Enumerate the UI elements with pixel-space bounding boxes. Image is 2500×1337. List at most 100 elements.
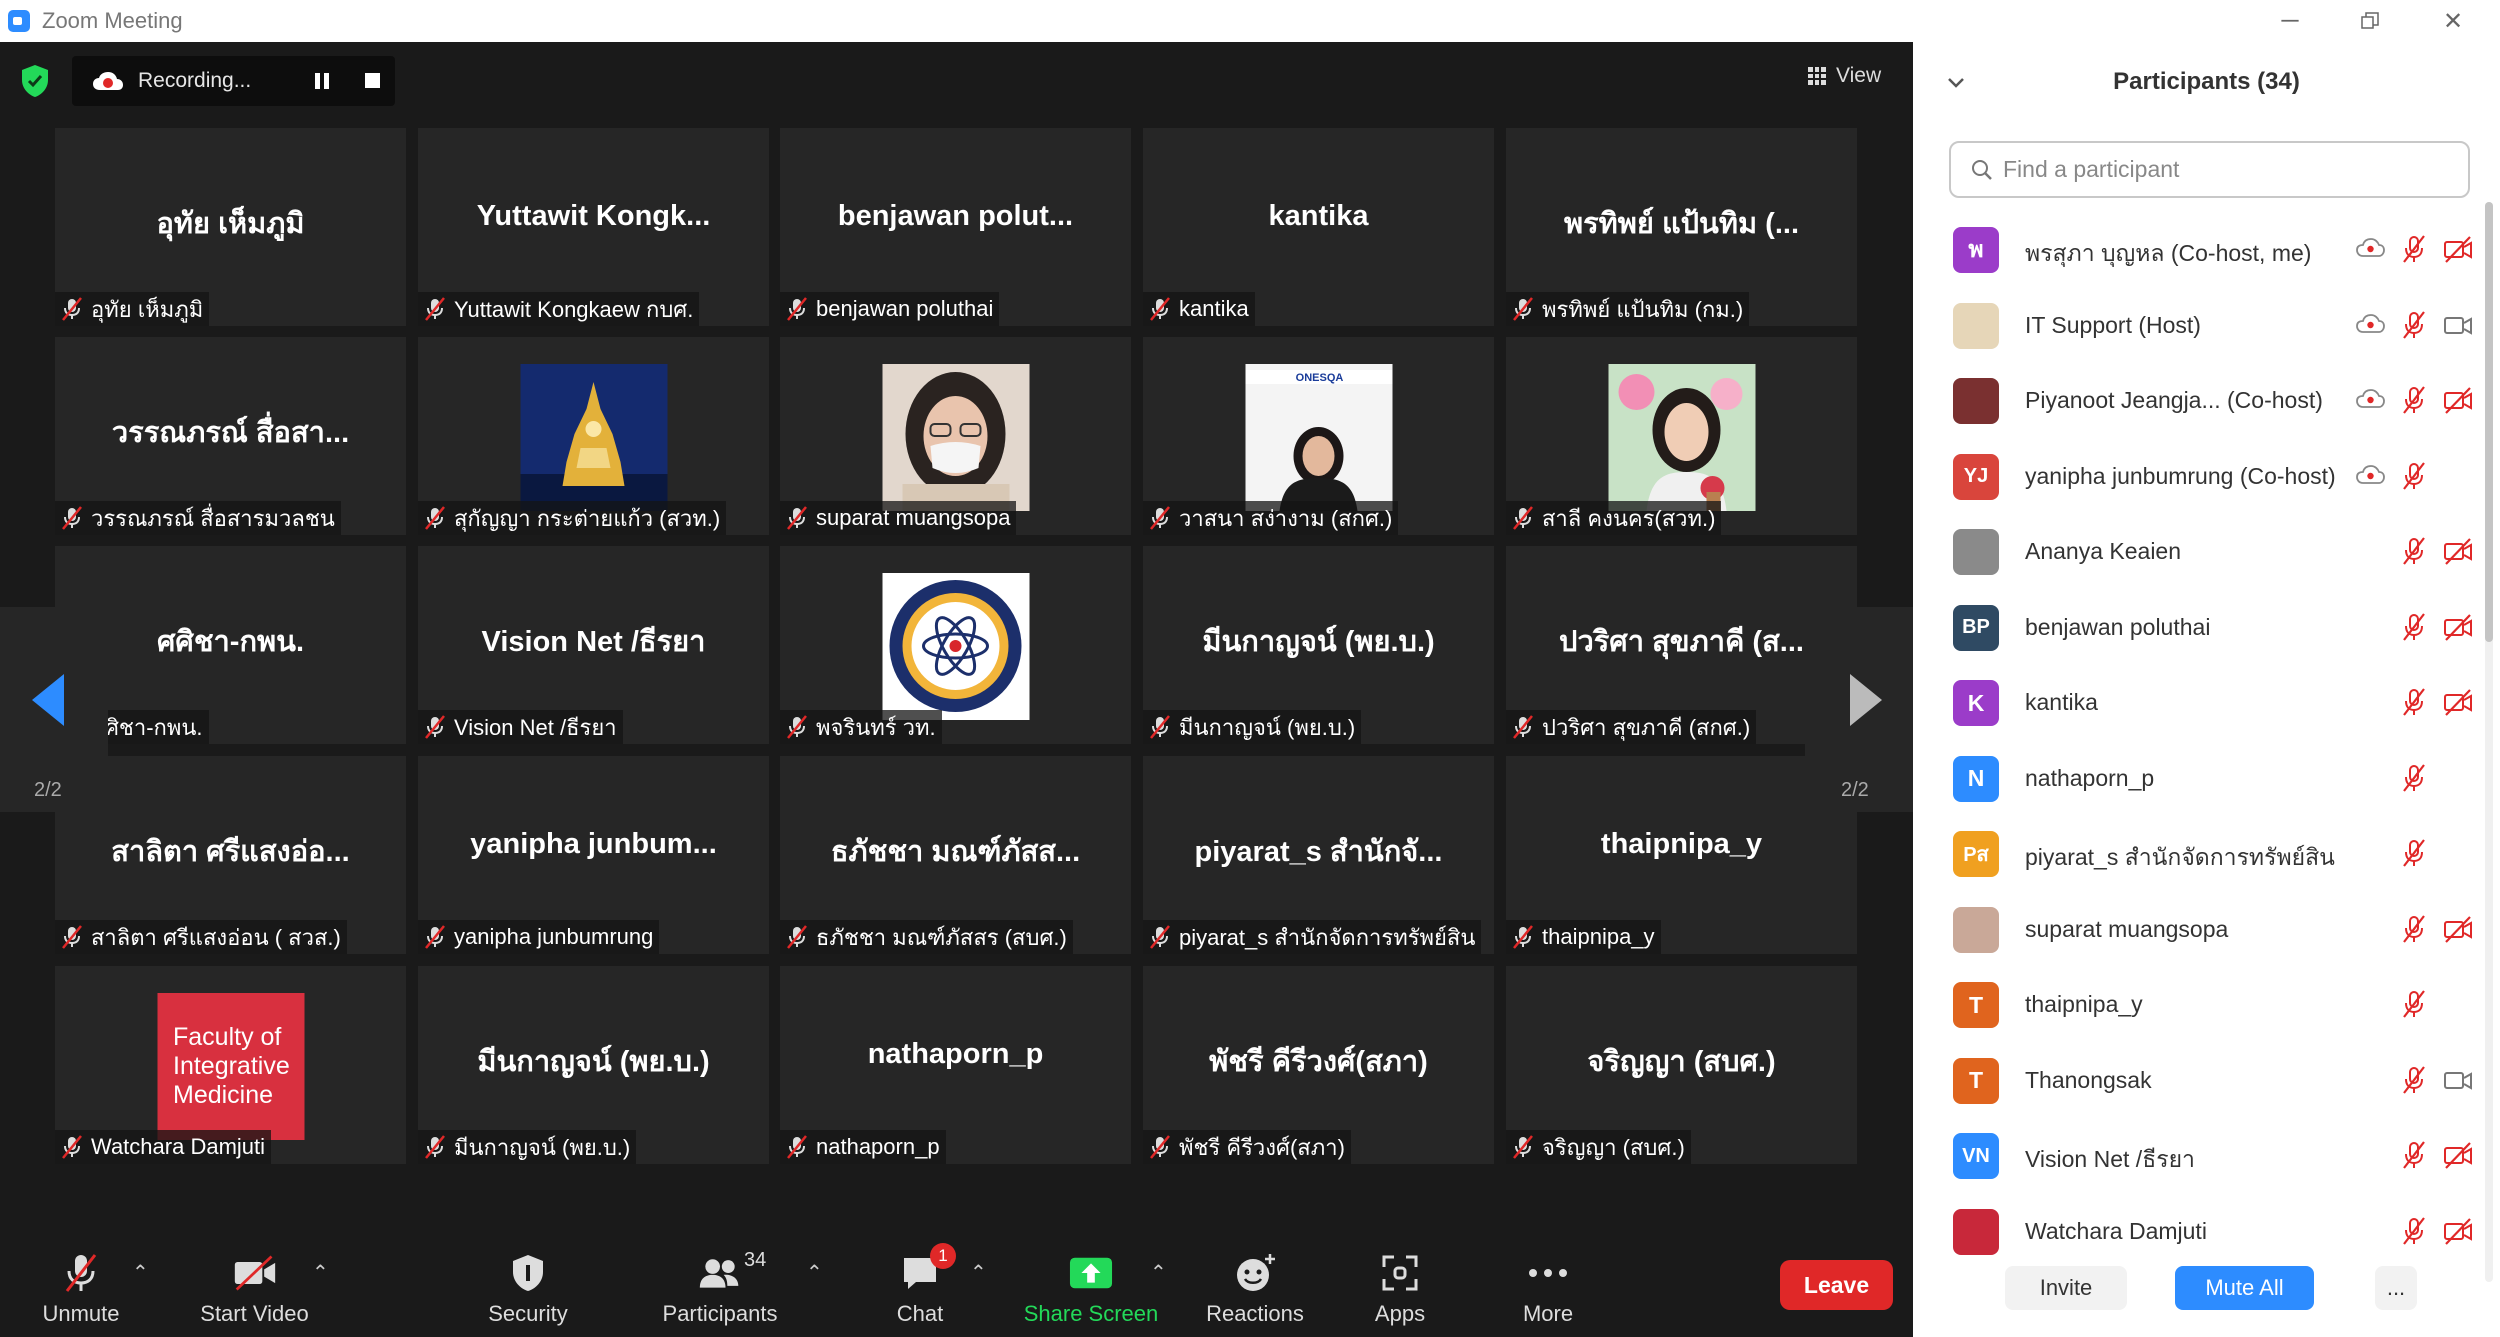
video-off-icon[interactable] xyxy=(2443,914,2473,949)
encryption-shield-icon[interactable] xyxy=(20,64,50,98)
video-off-icon[interactable] xyxy=(2443,234,2473,269)
avatar: พ xyxy=(1953,227,1999,273)
video-on-icon[interactable] xyxy=(2443,310,2473,345)
video-off-icon[interactable] xyxy=(2443,687,2473,722)
scrollbar-thumb[interactable] xyxy=(2485,202,2493,642)
minimize-button[interactable]: ─ xyxy=(2260,0,2320,42)
participant-video-tile[interactable]: มีนกาญจน์ (พย.บ.) มีนกาญจน์ (พย.บ.) xyxy=(1143,546,1494,744)
restore-button[interactable] xyxy=(2340,0,2400,42)
participant-search-input[interactable]: Find a participant xyxy=(1949,141,2470,198)
participant-row[interactable]: Pส piyarat_s สำนักจัดการทรัพย์สิน xyxy=(1913,816,2483,891)
avatar: T xyxy=(1953,982,1999,1028)
more-button[interactable]: More xyxy=(1518,1240,1578,1337)
video-on-icon[interactable] xyxy=(2443,1065,2473,1100)
invite-button[interactable]: Invite xyxy=(2005,1266,2127,1310)
mic-muted-icon[interactable] xyxy=(2399,612,2429,647)
close-button[interactable]: ✕ xyxy=(2423,0,2483,42)
page-indicator-right: 2/2 xyxy=(1841,779,1869,801)
mic-muted-icon[interactable] xyxy=(2399,838,2429,873)
leave-button[interactable]: Leave xyxy=(1780,1260,1893,1310)
tile-caption-name: kantika xyxy=(1179,296,1249,321)
participant-video-tile[interactable]: Vision Net /ธีรยา Vision Net /ธีรยา xyxy=(418,546,769,744)
security-button[interactable]: Security xyxy=(478,1240,578,1337)
mic-muted-icon[interactable] xyxy=(2399,536,2429,571)
participant-row[interactable]: Kkantika xyxy=(1913,665,2483,740)
video-options-caret[interactable]: ⌃ xyxy=(312,1260,329,1285)
view-button[interactable]: View xyxy=(1808,64,1881,88)
participant-video-tile[interactable]: มีนกาญจน์ (พย.บ.) มีนกาญจน์ (พย.บ.) xyxy=(418,966,769,1164)
participant-video-tile[interactable]: พัชรี คีรีวงศ์(สภา) พัชรี คีรีวงศ์(สภา) xyxy=(1143,966,1494,1164)
tile-caption: มีนกาญจน์ (พย.บ.) xyxy=(418,1130,637,1164)
chat-options-caret[interactable]: ⌃ xyxy=(970,1260,987,1285)
share-screen-button[interactable]: Share Screen xyxy=(1020,1240,1162,1337)
participant-row[interactable]: พ พรสุภา บุญหล (Co-host, me) xyxy=(1913,212,2483,287)
participant-video-tile[interactable]: suparat muangsopa xyxy=(780,337,1131,535)
mic-muted-icon[interactable] xyxy=(2399,310,2429,345)
panel-more-button[interactable]: ... xyxy=(2375,1266,2417,1310)
participant-video-tile[interactable]: สาลี คงนคร(สวท.) xyxy=(1506,337,1857,535)
participant-row[interactable]: T Thanongsak xyxy=(1913,1043,2483,1118)
participant-row[interactable]: Ananya Keaien xyxy=(1913,514,2483,589)
participant-video-tile[interactable]: benjawan polut... benjawan poluthai xyxy=(780,128,1131,326)
participant-video-tile[interactable]: ธภัชชา มณฑ์ภัสส... ธภัชชา มณฑ์ภัสสร (สบศ.… xyxy=(780,756,1131,954)
mic-muted-icon[interactable] xyxy=(2399,1140,2429,1175)
start-video-button[interactable]: Start Video xyxy=(192,1240,317,1337)
mic-muted-icon[interactable] xyxy=(2399,234,2429,269)
participant-video-tile[interactable]: พรทิพย์ แป้นทิม (... พรทิพย์ แป้นทิม (กม.… xyxy=(1506,128,1857,326)
mute-all-button[interactable]: Mute All xyxy=(2175,1266,2314,1310)
participant-video-tile[interactable]: yanipha junbum... yanipha junbumrung xyxy=(418,756,769,954)
share-options-caret[interactable]: ⌃ xyxy=(1150,1260,1167,1285)
participant-row[interactable]: YJ yanipha junbumrung (Co-host) xyxy=(1913,439,2483,514)
participant-video-tile[interactable]: ONESQA วาสนา สง่างาม (สกศ.) xyxy=(1143,337,1494,535)
participant-row[interactable]: IT Support (Host) xyxy=(1913,288,2483,363)
mic-muted-icon[interactable] xyxy=(2399,989,2429,1024)
participant-row[interactable]: suparat muangsopa xyxy=(1913,892,2483,967)
tile-caption-name: อุทัย เห็มภูมิ xyxy=(91,296,204,322)
participant-video-tile[interactable]: สุกัญญา กระต่ายแก้ว (สวท.) xyxy=(418,337,769,535)
next-page-button[interactable]: 2/2 xyxy=(1805,607,1913,812)
participant-video-tile[interactable]: kantika kantika xyxy=(1143,128,1494,326)
participant-video-tile[interactable]: จริญญา (สบศ.) จริญญา (สบศ.) xyxy=(1506,966,1857,1164)
video-off-icon[interactable] xyxy=(2443,1140,2473,1175)
participant-row[interactable]: Piyanoot Jeangja... (Co-host) xyxy=(1913,363,2483,438)
stop-recording-button[interactable] xyxy=(365,73,380,88)
participant-video-tile[interactable]: พจรินทร์ วท. xyxy=(780,546,1131,744)
mic-muted-icon[interactable] xyxy=(2399,1216,2429,1251)
participant-video-tile[interactable]: nathaporn_p nathaporn_p xyxy=(780,966,1131,1164)
mic-muted-icon[interactable] xyxy=(2399,914,2429,949)
participant-row[interactable]: VN Vision Net /ธีรยา xyxy=(1913,1118,2483,1193)
video-off-icon[interactable] xyxy=(2443,536,2473,571)
participant-video-tile[interactable]: อุทัย เห็มภูมิ อุทัย เห็มภูมิ xyxy=(55,128,406,326)
reactions-button[interactable]: Reactions xyxy=(1200,1240,1310,1337)
participant-row[interactable]: Watchara Damjuti xyxy=(1913,1194,2483,1269)
avatar: BP xyxy=(1953,604,1999,651)
mic-muted-icon[interactable] xyxy=(2399,385,2429,420)
pause-recording-button[interactable] xyxy=(315,73,331,89)
mic-muted-icon[interactable] xyxy=(2399,461,2429,496)
participant-video-tile[interactable]: Faculty of Integrative Medicine Watchara Da… xyxy=(55,966,406,1164)
mic-muted-icon[interactable] xyxy=(2399,687,2429,722)
mic-muted-icon[interactable] xyxy=(2399,1065,2429,1100)
share-screen-label: Share Screen xyxy=(1023,1301,1159,1326)
participant-video-tile[interactable]: วรรณภรณ์ สื่อสา... วรรณภรณ์ สื่อสารมวลชน xyxy=(55,337,406,535)
mic-muted-icon[interactable] xyxy=(2399,763,2429,798)
video-off-icon[interactable] xyxy=(2443,385,2473,420)
participant-list-scrollbar[interactable] xyxy=(2485,202,2493,1282)
participant-row[interactable]: Nnathaporn_p xyxy=(1913,741,2483,816)
previous-page-button[interactable]: 2/2 xyxy=(0,607,108,812)
participant-video-tile[interactable]: piyarat_s สำนักจั... piyarat_s สำนักจัดกา… xyxy=(1143,756,1494,954)
participant-video-tile[interactable]: Yuttawit Kongk... Yuttawit Kongkaew กบศ. xyxy=(418,128,769,326)
participant-row[interactable]: Tthaipnipa_y xyxy=(1913,967,2483,1042)
video-off-icon[interactable] xyxy=(2443,1216,2473,1251)
tile-display-name: จริญญา (สบศ.) xyxy=(1587,1046,1776,1078)
cloud-recording-icon xyxy=(2355,234,2385,269)
unmute-button[interactable]: Unmute xyxy=(36,1240,126,1337)
participant-row[interactable]: BP benjawan poluthai xyxy=(1913,590,2483,665)
participants-options-caret[interactable]: ⌃ xyxy=(806,1260,823,1285)
audio-options-caret[interactable]: ⌃ xyxy=(132,1260,149,1285)
video-off-icon[interactable] xyxy=(2443,612,2473,647)
apps-button[interactable]: Apps xyxy=(1370,1240,1430,1337)
muted-mic-icon xyxy=(62,1135,82,1159)
participants-button[interactable]: 34 Participants xyxy=(660,1240,780,1337)
chat-button[interactable]: 1 Chat xyxy=(880,1240,960,1337)
